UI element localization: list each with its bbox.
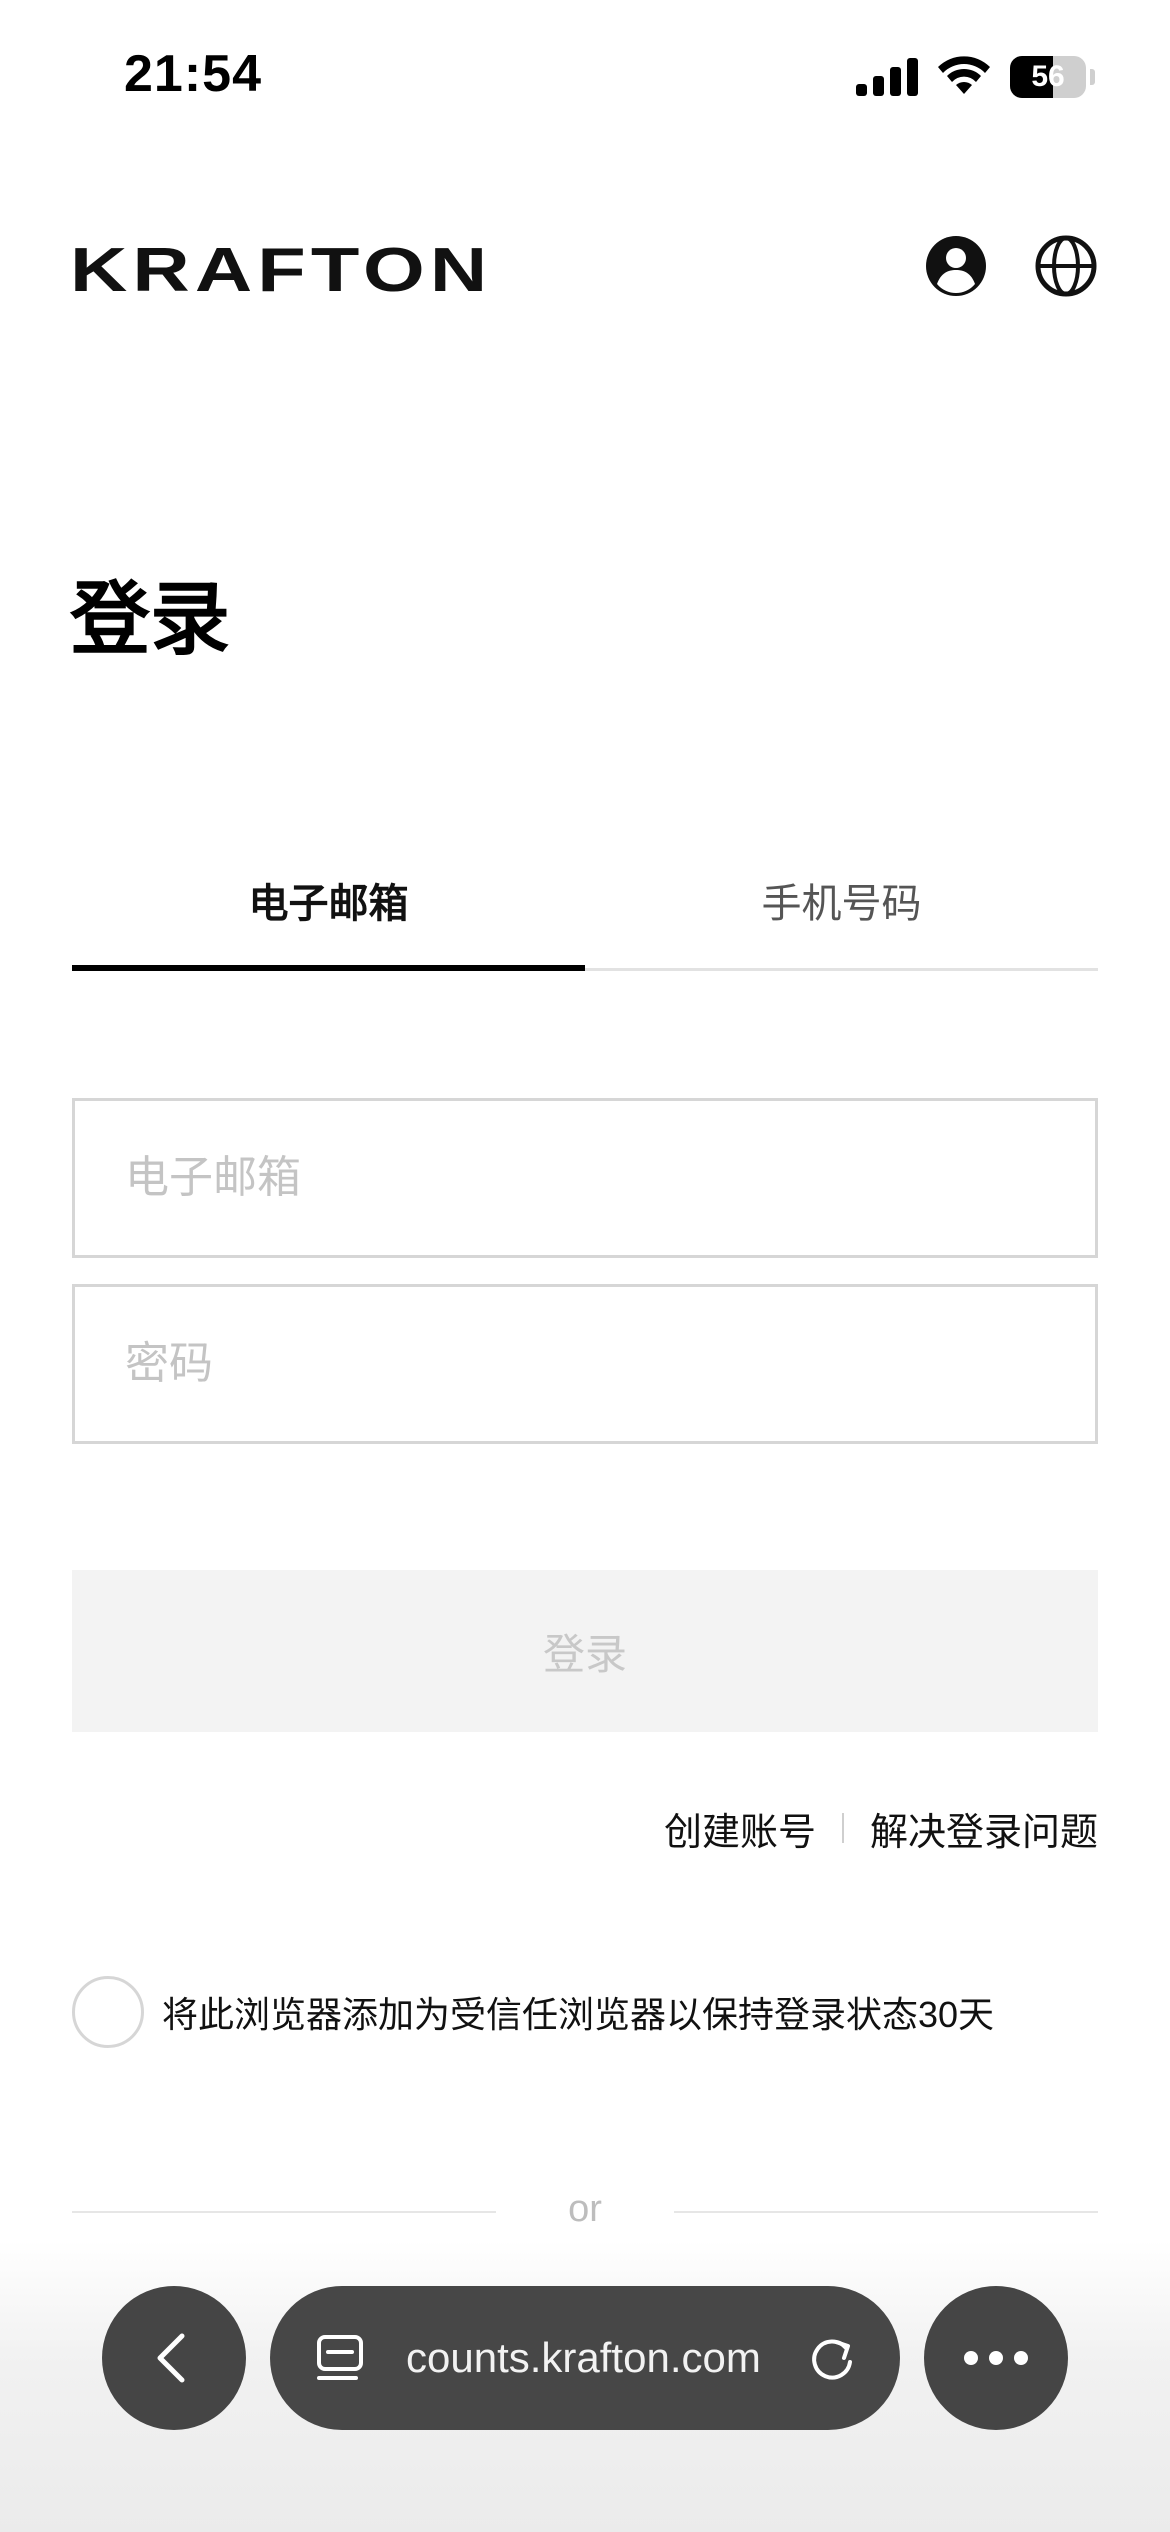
more-icon bbox=[964, 2351, 1028, 2365]
login-method-tabs: 电子邮箱 手机号码 bbox=[72, 830, 1098, 972]
trust-browser-row: 将此浏览器添加为受信任浏览器以保持登录状态30天 bbox=[72, 1976, 994, 2048]
tab-email[interactable]: 电子邮箱 bbox=[72, 830, 585, 970]
divider-line-right bbox=[674, 2211, 1098, 2213]
reload-icon[interactable] bbox=[806, 2332, 858, 2384]
email-field-box bbox=[72, 1098, 1098, 1258]
browser-more-button[interactable] bbox=[924, 2286, 1068, 2430]
tabs-icon[interactable] bbox=[316, 2334, 368, 2386]
email-field[interactable] bbox=[75, 1101, 1095, 1255]
account-icon[interactable] bbox=[924, 234, 988, 298]
or-divider: or bbox=[568, 2188, 602, 2230]
login-help-link[interactable]: 解决登录问题 bbox=[870, 1801, 1098, 1856]
divider-line-left bbox=[72, 2211, 496, 2213]
battery-level: 56 bbox=[1031, 60, 1065, 93]
browser-url-bar[interactable]: counts.krafton.com bbox=[270, 2286, 900, 2430]
page-title: 登录 bbox=[70, 575, 230, 664]
trust-browser-label[interactable]: 将此浏览器添加为受信任浏览器以保持登录状态30天 bbox=[162, 1986, 994, 2038]
tab-phone[interactable]: 手机号码 bbox=[585, 830, 1098, 970]
back-icon bbox=[157, 2333, 185, 2383]
password-field-box bbox=[72, 1284, 1098, 1444]
active-tab-indicator bbox=[72, 965, 585, 971]
status-time: 21:54 bbox=[124, 45, 262, 103]
url-text[interactable]: counts.krafton.com bbox=[406, 2286, 761, 2430]
account-links: 创建账号 解决登录问题 bbox=[664, 1800, 1098, 1856]
browser-back-button[interactable] bbox=[102, 2286, 246, 2430]
create-account-link[interactable]: 创建账号 bbox=[664, 1801, 816, 1856]
signal-icon bbox=[856, 58, 918, 96]
login-button[interactable]: 登录 bbox=[72, 1570, 1098, 1732]
krafton-logo[interactable]: KRAFTON bbox=[70, 236, 492, 306]
globe-icon[interactable] bbox=[1034, 234, 1098, 298]
battery-icon: 56 bbox=[1010, 56, 1095, 98]
wifi-icon bbox=[938, 56, 990, 94]
trust-browser-checkbox[interactable] bbox=[72, 1976, 144, 2048]
status-bar: 21:54 56 bbox=[0, 0, 1170, 150]
password-field[interactable] bbox=[75, 1287, 1095, 1441]
link-divider bbox=[841, 1813, 844, 1843]
